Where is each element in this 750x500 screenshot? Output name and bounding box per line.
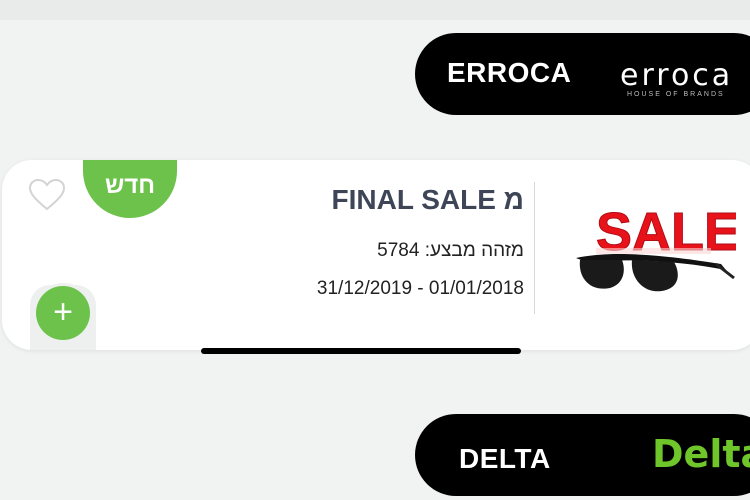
- brand-name: DELTA: [459, 443, 551, 474]
- home-indicator: [201, 348, 521, 354]
- brand-name: ERROCA: [447, 57, 572, 88]
- brand-pill-delta[interactable]: DELTA Delta: [415, 414, 750, 496]
- brand-pill-erroca[interactable]: ERROCA erroca HOUSE OF BRANDS: [415, 33, 750, 115]
- deal-card[interactable]: חדש + מ FINAL SALE מזהה מבצע: 5784 31/12…: [2, 160, 750, 350]
- sale-sunglasses-image: SALE: [576, 202, 736, 292]
- new-badge: חדש: [83, 160, 177, 218]
- plus-icon: +: [53, 293, 73, 331]
- brand-logo-delta: Delta: [652, 432, 750, 476]
- deal-date-range: 31/12/2019 - 01/01/2018: [316, 278, 524, 299]
- divider: [534, 182, 535, 314]
- add-button[interactable]: +: [36, 286, 90, 340]
- top-edge: [0, 0, 750, 20]
- deal-title: מ FINAL SALE: [331, 184, 525, 215]
- heart-outline-icon[interactable]: [28, 178, 66, 212]
- brand-logo-erroca: erroca: [620, 58, 734, 93]
- brand-logo-subtext: HOUSE OF BRANDS: [627, 91, 725, 98]
- deal-id: מזהה מבצע: 5784: [377, 240, 524, 261]
